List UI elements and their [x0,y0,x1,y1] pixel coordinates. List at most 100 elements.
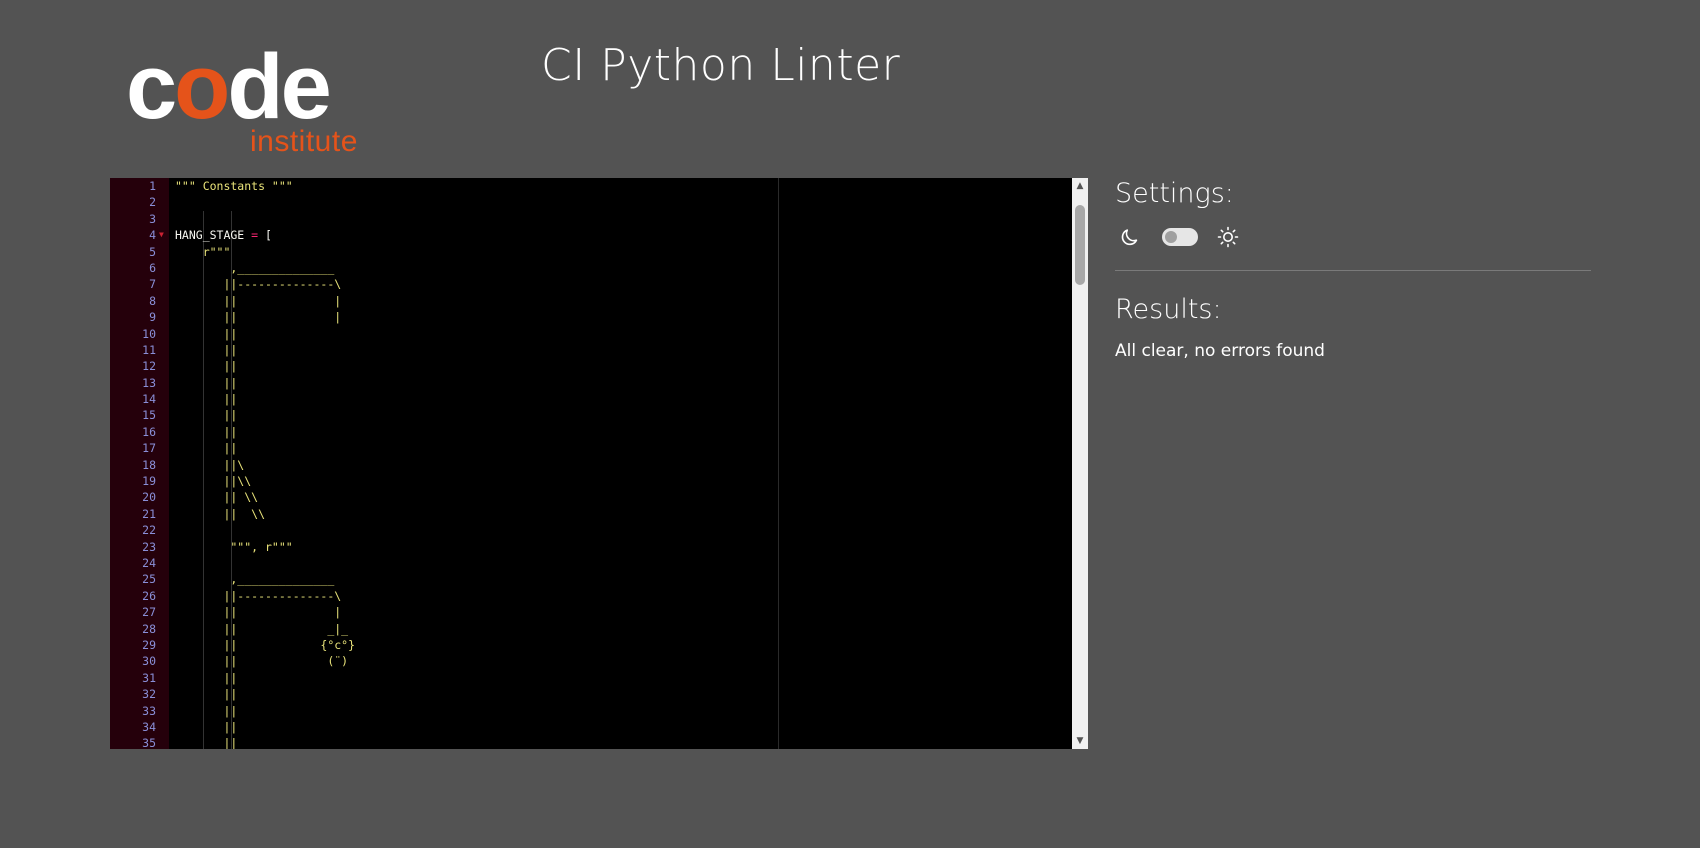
line-text: || [175,719,238,734]
code-line[interactable]: 14 || [110,391,1072,407]
code-line[interactable]: 17 || [110,440,1072,456]
scroll-down-icon[interactable]: ▼ [1072,733,1088,749]
line-number: 10 [142,326,156,341]
code-line[interactable]: 29 || {°c°} [110,637,1072,653]
results-message: All clear, no errors found [1115,341,1325,361]
code-line[interactable]: 20 || \\ [110,489,1072,505]
line-number: 20 [142,490,156,505]
scrollbar-thumb[interactable] [1075,205,1085,285]
line-text: || (¨) [175,654,349,669]
line-number: 12 [142,359,156,374]
code-line[interactable]: 2 [110,194,1072,210]
line-number: 31 [142,670,156,685]
code-line[interactable]: 23 """, r""" [110,539,1072,555]
line-number: 25 [142,572,156,587]
line-text: || [175,703,238,718]
toggle-knob [1165,231,1177,243]
line-number: 2 [149,195,156,210]
code-line[interactable]: 3 [110,211,1072,227]
line-number: 11 [142,342,156,357]
line-text: HANG_STAGE = [ [175,228,272,243]
code-line[interactable]: 10 || [110,326,1072,342]
settings-heading: Settings: [1115,178,1234,209]
line-number: 33 [142,703,156,718]
line-text: || | [175,293,342,308]
line-number: 24 [142,555,156,570]
code-line[interactable]: 15 || [110,407,1072,423]
line-text: """ Constants """ [175,179,293,193]
line-text: || | [175,605,342,620]
line-text: || [175,408,238,423]
theme-toggle[interactable] [1162,228,1198,246]
line-number: 17 [142,441,156,456]
code-line[interactable]: 19 ||\\ [110,473,1072,489]
code-lines[interactable]: 1 """ Constants """ 2 3 4 ▼ HANG_STAGE = [5 r"… [110,178,1072,749]
line-number: 4 [149,228,156,243]
line-number: 30 [142,654,156,669]
code-line[interactable]: 7 ||--------------\ [110,276,1072,292]
line-number: 9 [149,310,156,325]
line-text: || \\ [175,490,259,505]
line-number: 13 [142,375,156,390]
line-text: || [175,342,238,357]
code-line[interactable]: 24 [110,555,1072,571]
code-institute-logo: code institute [126,36,386,160]
line-text: || [175,326,238,341]
line-text: || \\ [175,506,266,521]
line-number: 34 [142,719,156,734]
code-line[interactable]: 25 ,______________ [110,571,1072,587]
code-editor[interactable]: 1 """ Constants """ 2 3 4 ▼ HANG_STAGE = [5 r"… [110,178,1088,749]
line-text: ,______________ [175,572,335,587]
line-text: || | [175,310,342,325]
line-number: 22 [142,523,156,538]
code-line[interactable]: 27 || | [110,604,1072,620]
code-line[interactable]: 18 ||\ [110,457,1072,473]
line-number: 14 [142,392,156,407]
line-number: 5 [149,244,156,259]
line-text: || _|_ [175,621,349,636]
panel-divider [1115,270,1591,271]
line-text: || [175,736,238,749]
line-number: 18 [142,457,156,472]
code-line[interactable]: 1 """ Constants """ [110,178,1072,194]
line-text: || {°c°} [175,637,356,652]
code-line[interactable]: 34 || [110,719,1072,735]
code-line[interactable]: 30 || (¨) [110,653,1072,669]
code-line[interactable]: 11 || [110,342,1072,358]
fold-arrow-icon[interactable]: ▼ [159,227,164,243]
code-line[interactable]: 6 ,______________ [110,260,1072,276]
code-line[interactable]: 33 || [110,703,1072,719]
line-text: ||\ [175,457,245,472]
code-line[interactable]: 4 ▼ HANG_STAGE = [ [110,227,1072,243]
code-line[interactable]: 35 || [110,735,1072,749]
theme-switcher [1119,224,1240,250]
line-number: 6 [149,260,156,275]
line-number: 35 [142,736,156,749]
line-text: || [175,359,238,374]
line-text: || [175,392,238,407]
line-text: r""" [175,244,231,259]
code-line[interactable]: 5 r""" [110,244,1072,260]
line-number: 26 [142,588,156,603]
logo-subtitle: institute [250,125,358,158]
scroll-up-icon[interactable]: ▲ [1072,178,1088,194]
logo-wordmark: code [126,36,332,138]
line-text: ||\\ [175,474,252,489]
code-line[interactable]: 31 || [110,670,1072,686]
code-line[interactable]: 26 ||--------------\ [110,588,1072,604]
code-line[interactable]: 21 || \\ [110,506,1072,522]
editor-scrollbar[interactable]: ▲ ▼ [1072,178,1088,749]
code-line[interactable]: 9 || | [110,309,1072,325]
line-number: 7 [149,277,156,292]
code-line[interactable]: 16 || [110,424,1072,440]
code-line[interactable]: 22 [110,522,1072,538]
line-number: 23 [142,539,156,554]
code-line[interactable]: 13 || [110,375,1072,391]
line-text: || [175,670,238,685]
code-line[interactable]: 28 || _|_ [110,621,1072,637]
line-text: """, r""" [175,539,293,554]
code-line[interactable]: 8 || | [110,293,1072,309]
line-text: || [175,424,238,439]
code-line[interactable]: 32 || [110,686,1072,702]
code-line[interactable]: 12 || [110,358,1072,374]
